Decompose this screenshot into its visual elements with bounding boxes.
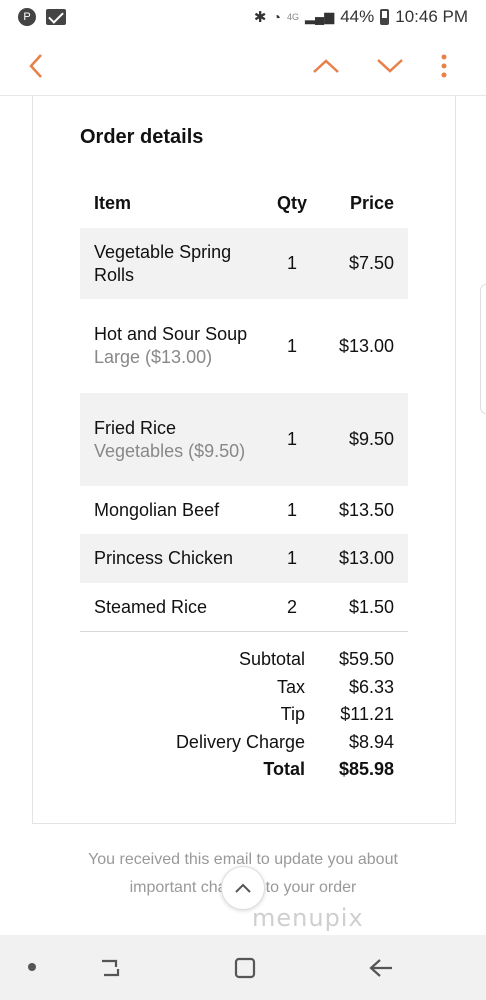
item-qty: 1 — [286, 429, 297, 449]
table-row: Vegetable Spring Rolls 1 $7.50 — [80, 228, 408, 299]
nav-back-icon[interactable] — [364, 951, 398, 985]
delivery-charge-row: Delivery Charge $8.94 — [80, 729, 408, 757]
total-value: $11.21 — [340, 704, 394, 725]
total-value: $59.50 — [338, 649, 394, 670]
total-value: $8.94 — [348, 731, 394, 752]
back-chevron-icon[interactable] — [16, 46, 56, 86]
item-price: $7.50 — [348, 253, 394, 273]
table-row: Fried Rice Vegetables ($9.50) 1 $9.50 — [80, 393, 408, 486]
table-row: Steamed Rice 2 $1.50 — [80, 583, 408, 631]
item-qty: 2 — [286, 596, 297, 617]
item-detail: Large ($13.00) — [94, 347, 213, 367]
mail-icon — [46, 9, 66, 25]
total-value: $6.33 — [348, 676, 394, 697]
item-name: Hot and Sour Soup — [94, 324, 248, 344]
item-price: $9.50 — [348, 429, 394, 449]
pinterest-icon: P — [18, 8, 36, 26]
chevron-down-icon[interactable] — [370, 46, 410, 86]
watermark: menupix — [252, 904, 364, 932]
table-row: Mongolian Beef 1 $13.50 — [80, 486, 408, 534]
chevron-up-icon — [235, 883, 251, 893]
bluetooth-icon: ✱ — [253, 9, 267, 26]
item-qty: 1 — [286, 335, 297, 356]
order-table: Item Qty Price Vegetable Spring Rolls 1 … — [80, 178, 408, 632]
table-header: Item Qty Price — [80, 178, 408, 228]
status-bar: P ✱ ◔ 4G ▂▄▆ 44% 10:46 PM — [0, 0, 486, 34]
item-price: $13.00 — [338, 548, 394, 568]
item-name: Fried Rice — [94, 417, 177, 438]
total-label: Subtotal — [238, 649, 305, 670]
grand-total-row: Total $85.98 — [80, 756, 408, 784]
total-value: $85.98 — [338, 759, 394, 780]
email-toolbar — [0, 34, 486, 96]
total-label: Tax — [276, 676, 305, 697]
wifi-icon: ◔ — [272, 9, 281, 25]
table-row: Princess Chicken 1 $13.00 — [80, 534, 408, 583]
table-divider — [80, 631, 408, 632]
nav-hide-dot[interactable] — [28, 963, 36, 971]
network-type: 4G — [286, 12, 299, 22]
item-name: Vegetable Spring Rolls — [94, 241, 232, 285]
total-label: Total — [263, 759, 305, 780]
system-nav-bar — [0, 935, 486, 1000]
recent-apps-icon[interactable] — [93, 951, 127, 985]
item-name: Mongolian Beef — [94, 499, 220, 520]
header-qty: Qty — [276, 192, 307, 213]
order-card: Order details Item Qty Price Vegetable S… — [32, 96, 456, 824]
battery-level: 44% — [340, 7, 375, 26]
tip-row: Tip $11.21 — [80, 701, 408, 729]
subtotal-row: Subtotal $59.50 — [80, 646, 408, 674]
header-price: Price — [349, 192, 394, 213]
signal-icon: ▂▄▆ — [304, 9, 335, 24]
table-row: Hot and Sour Soup Large ($13.00) 1 $13.0… — [80, 299, 408, 393]
clock: 10:46 PM — [395, 7, 468, 26]
more-vertical-icon[interactable] — [424, 46, 464, 86]
total-label: Tip — [280, 704, 305, 725]
item-price: $13.50 — [338, 499, 394, 520]
total-label: Delivery Charge — [175, 731, 305, 752]
order-totals: Subtotal $59.50 Tax $6.33 Tip $11.21 Del… — [80, 646, 408, 784]
battery-icon — [380, 9, 390, 25]
edge-panel-handle[interactable] — [480, 284, 486, 414]
item-qty: 1 — [286, 499, 297, 520]
item-name: Princess Chicken — [94, 548, 234, 568]
item-qty: 1 — [286, 548, 297, 568]
home-icon[interactable] — [228, 951, 262, 985]
item-detail: Vegetables ($9.50) — [94, 440, 246, 461]
item-price: $13.00 — [338, 335, 394, 356]
item-qty: 1 — [286, 253, 297, 273]
header-item: Item — [94, 192, 132, 213]
tax-row: Tax $6.33 — [80, 674, 408, 702]
item-price: $1.50 — [348, 596, 394, 617]
item-name: Steamed Rice — [94, 596, 208, 617]
chevron-up-icon[interactable] — [306, 46, 346, 86]
order-details-title: Order details — [80, 126, 204, 148]
